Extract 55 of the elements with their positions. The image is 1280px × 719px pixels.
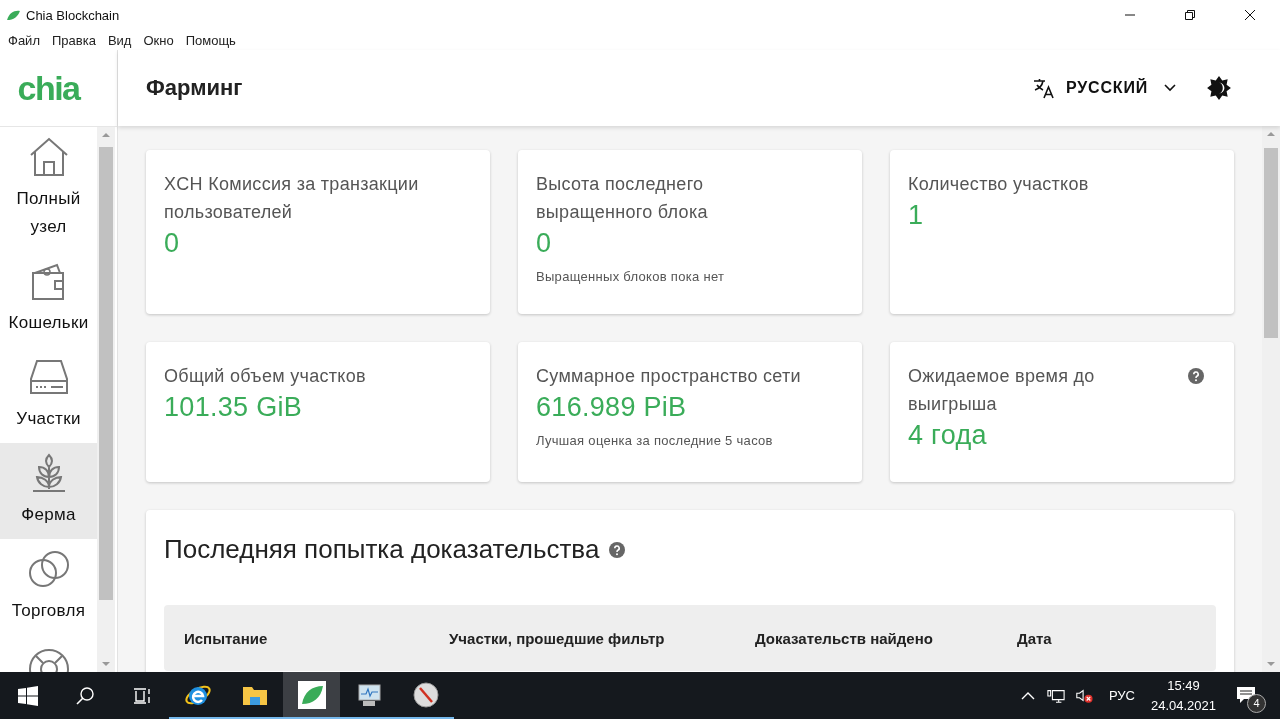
- card-title: Общий объем участков: [164, 365, 367, 388]
- task-view-icon[interactable]: [132, 685, 152, 706]
- language-button[interactable]: РУССКИЙ: [1024, 70, 1184, 106]
- column-header: Доказательств найдено: [755, 629, 934, 647]
- close-icon[interactable]: [1244, 9, 1256, 21]
- menu-item[interactable]: Помощь: [185, 32, 236, 48]
- clock-time[interactable]: 15:49: [1167, 675, 1200, 696]
- card-title: Суммарное пространство сети: [536, 365, 802, 388]
- leaf-icon: [6, 9, 21, 21]
- logo: chia: [17, 68, 80, 108]
- menu-item[interactable]: Правка: [51, 32, 96, 48]
- window-title: Chia Blockchain: [26, 7, 120, 23]
- sidebar-item[interactable]: Полный узел: [0, 127, 97, 251]
- clock-date[interactable]: 24.04.2021: [1150, 695, 1216, 716]
- speaker-muted-icon[interactable]: [1074, 687, 1093, 704]
- network-icon[interactable]: [1046, 687, 1065, 704]
- keyboard-language[interactable]: РУС: [1108, 688, 1135, 703]
- sidebar-item[interactable]: Участки: [0, 347, 97, 443]
- search-icon[interactable]: [75, 685, 95, 706]
- card-value: 0: [536, 228, 553, 259]
- leaf-icon: [297, 680, 326, 709]
- caret-icon: [1164, 84, 1176, 92]
- card-title: XCH Комиссия за транзакции пользователей: [164, 173, 420, 224]
- card-note: Лучшая оценка за последние 5 часов: [536, 433, 774, 448]
- menu-item[interactable]: Файл: [8, 32, 40, 48]
- sidebar-item[interactable]: Кошельки: [0, 251, 97, 347]
- taskbar-app[interactable]: [283, 672, 340, 719]
- column-header: Участки, прошедшие фильтр: [449, 629, 666, 647]
- notification-button[interactable]: 4: [1234, 680, 1264, 711]
- menu-item[interactable]: Окно: [143, 32, 174, 48]
- scrollbar[interactable]: [1262, 126, 1280, 672]
- menu-item[interactable]: Вид: [107, 32, 132, 48]
- scrollbar[interactable]: [97, 127, 115, 672]
- card-title: Количество участков: [908, 173, 1090, 196]
- column-header: Дата: [1017, 629, 1052, 647]
- compass-icon: [411, 680, 440, 709]
- card-value: 101.35 GiB: [164, 392, 304, 423]
- card-value: 616.989 PiB: [536, 392, 688, 423]
- card-value: 1: [908, 200, 925, 231]
- page-title: Фарминг: [146, 75, 243, 101]
- card-note: Выращенных блоков пока нет: [536, 269, 726, 284]
- help-icon[interactable]: [609, 541, 626, 558]
- maximize-icon[interactable]: [1184, 9, 1196, 21]
- brightness-icon[interactable]: [1206, 75, 1232, 101]
- translate-icon: [1032, 76, 1057, 100]
- card-value: 0: [164, 228, 181, 259]
- card-title: Высота последнего выращенного блока: [536, 173, 709, 224]
- sidebar-item[interactable]: Торговля: [0, 539, 97, 635]
- card-value: 4 года: [908, 420, 988, 451]
- column-header: Испытание: [184, 629, 269, 647]
- sidebar-item[interactable]: Ферма: [0, 443, 97, 539]
- windows-start-icon[interactable]: [18, 685, 38, 706]
- card-title: Ожидаемое время до выигрыша: [908, 365, 1096, 416]
- help-icon[interactable]: [1188, 368, 1204, 384]
- section-title: Последняя попытка доказательства: [164, 534, 600, 565]
